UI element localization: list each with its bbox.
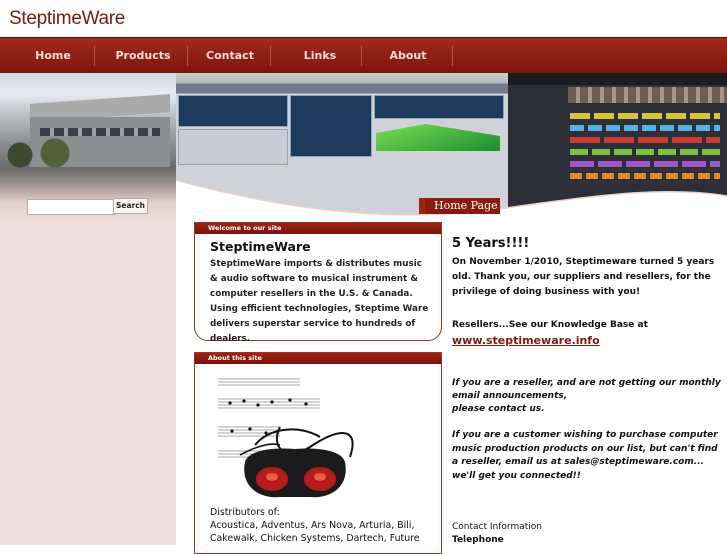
news-anniversary-text: On November 1/2010, Steptimeware turned … [452,257,715,297]
resellers-text: Resellers...See our Knowledge Base at [452,320,648,330]
nav-divider [270,46,271,66]
distributors-text: Distributors of: Acoustica, Adventus, Ar… [210,506,435,545]
reseller-notice-text: If you are a reseller, and are not getti… [452,378,721,401]
welcome-box-title: Welcome to our site [195,223,441,234]
welcome-heading: SteptimeWare [210,239,311,254]
nav-divider [187,46,188,66]
foot-controller-product-image [210,367,376,501]
news-heading: 5 Years!!!! [452,236,530,251]
welcome-box: Welcome to our site SteptimeWare Steptim… [194,222,442,344]
nav-contact[interactable]: Contact [198,38,262,74]
nav-divider [361,46,362,66]
banner-swoosh [176,179,727,223]
search-input[interactable] [27,199,115,215]
knowledge-base-link[interactable]: www.steptimeware.info [452,334,600,347]
reseller-notice: If you are a reseller, and are not getti… [452,377,724,416]
main-nav: Home Products Contact Links About [0,37,727,74]
nav-products[interactable]: Products [106,38,180,74]
nav-about[interactable]: About [380,38,436,74]
nav-divider [452,46,453,66]
nav-links[interactable]: Links [292,38,348,74]
contact-us-text: please contact us. [452,404,545,414]
search-button[interactable]: Search [113,198,148,214]
about-box: About this site Distributors of: Acousti… [194,352,442,554]
distributors-list: Acoustica, Adventus, Ars Nova, Arturia, … [210,520,420,544]
distributors-label: Distributors of: [210,507,280,518]
nav-home[interactable]: Home [22,38,84,74]
header: SteptimeWare [0,0,727,37]
sidebar [0,223,176,545]
site-logo[interactable]: SteptimeWare [9,8,125,30]
about-box-title: About this site [195,353,441,364]
telephone-label: Telephone [452,535,504,545]
customer-notice: If you are a customer wishing to purchas… [452,430,718,481]
nav-divider [94,46,95,66]
contact-info-label: Contact Information [452,522,542,532]
welcome-body: SteptimeWare imports & distributes music… [210,259,429,344]
home-page-button[interactable]: Home Page [419,198,500,214]
